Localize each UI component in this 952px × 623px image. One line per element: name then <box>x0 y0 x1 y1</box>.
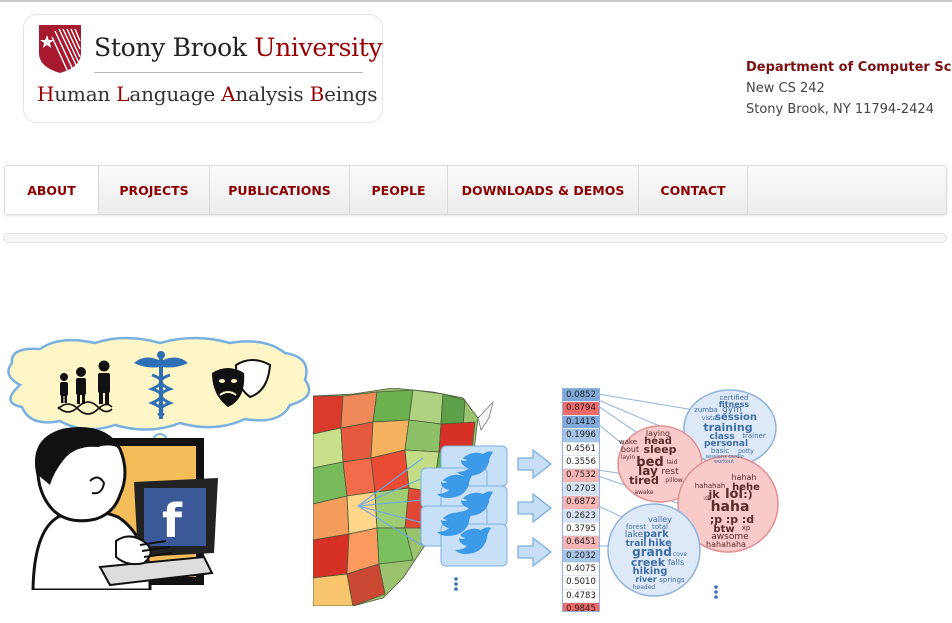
svg-text:hahahaha: hahahaha <box>706 540 746 549</box>
score-cell: 0.9845 <box>563 603 599 611</box>
score-cell: 0.2623 <box>563 509 599 523</box>
svg-text:falls: falls <box>668 558 684 567</box>
svg-text:awake: awake <box>634 489 654 496</box>
address-line-2: Stony Brook, NY 11794-2424 <box>746 102 934 117</box>
facebook-letter: f <box>162 494 183 548</box>
score-cell: 0.4783 <box>563 589 599 604</box>
svg-text::d: :d <box>703 495 709 502</box>
nav-projects[interactable]: PROJECTS <box>99 166 210 214</box>
svg-text:springs: springs <box>659 576 685 584</box>
department-address: Department of Computer Science New CS 24… <box>746 57 952 120</box>
svg-text:laid: laid <box>667 459 678 466</box>
nav-people[interactable]: PEOPLE <box>350 166 448 214</box>
svg-text:hahah: hahah <box>731 473 756 482</box>
logo-divider <box>94 72 363 73</box>
svg-text:pillow: pillow <box>665 477 682 484</box>
score-cell: 0.7532 <box>563 469 599 483</box>
score-cell: 0.6451 <box>563 536 599 550</box>
svg-text:rest: rest <box>661 467 679 477</box>
score-cell: 0.8794 <box>563 402 599 416</box>
university-name: Stony Brook University <box>94 33 383 62</box>
hero-illustration-user: f <box>7 336 311 590</box>
arrow-icons <box>517 448 553 568</box>
address-line-1: New CS 242 <box>746 81 825 96</box>
score-cell: 0.2032 <box>563 549 599 564</box>
nav-downloads-demos[interactable]: DOWNLOADS & DEMOS <box>448 166 639 214</box>
score-cell: 0.6872 <box>563 496 599 510</box>
hero-illustration-word-clouds: certified fitness zumba gym vista sessio… <box>598 389 779 599</box>
score-cell: 0.2703 <box>563 482 599 497</box>
nav-publications[interactable]: PUBLICATIONS <box>210 166 350 214</box>
score-cell: 0.4561 <box>563 442 599 456</box>
score-cell: 0.3556 <box>563 455 599 470</box>
nav-about[interactable]: ABOUT <box>5 166 99 214</box>
svg-text:xp: xp <box>742 524 751 532</box>
score-cell: 0.4075 <box>563 563 599 577</box>
hero-illustration-map-tweets <box>313 388 553 606</box>
top-border <box>0 0 952 2</box>
svg-text:headed: headed <box>633 584 656 591</box>
svg-text:tired: tired <box>629 474 659 487</box>
department-name: Department of Computer Science <box>746 60 952 75</box>
score-cell: 0.3795 <box>563 522 599 537</box>
svg-text:bout: bout <box>621 445 639 454</box>
score-cell: 0.5010 <box>563 576 599 590</box>
university-shield-icon <box>39 25 81 73</box>
score-cell: 0.1996 <box>563 429 599 443</box>
nav-contact[interactable]: CONTACT <box>639 166 748 214</box>
content-divider-bar <box>3 233 947 243</box>
main-nav: ABOUT PROJECTS PUBLICATIONS PEOPLE DOWNL… <box>4 165 947 215</box>
lab-name: Human Language Analysis Beings <box>37 82 378 106</box>
site-logo[interactable]: Stony Brook University Human Language An… <box>23 14 383 123</box>
svg-text:layin: layin <box>621 454 636 461</box>
score-cell: 0.1415 <box>563 415 599 430</box>
svg-text:river: river <box>635 575 656 584</box>
svg-text:cove: cove <box>673 551 688 558</box>
score-column: 0.0852 0.8794 0.1415 0.1996 0.4561 0.3556 0.75… <box>562 388 600 612</box>
more-clouds-dots <box>714 585 718 599</box>
score-cell: 0.0852 <box>563 389 599 403</box>
more-tweets-dots <box>454 577 458 591</box>
svg-text:workout: workout <box>714 459 734 465</box>
